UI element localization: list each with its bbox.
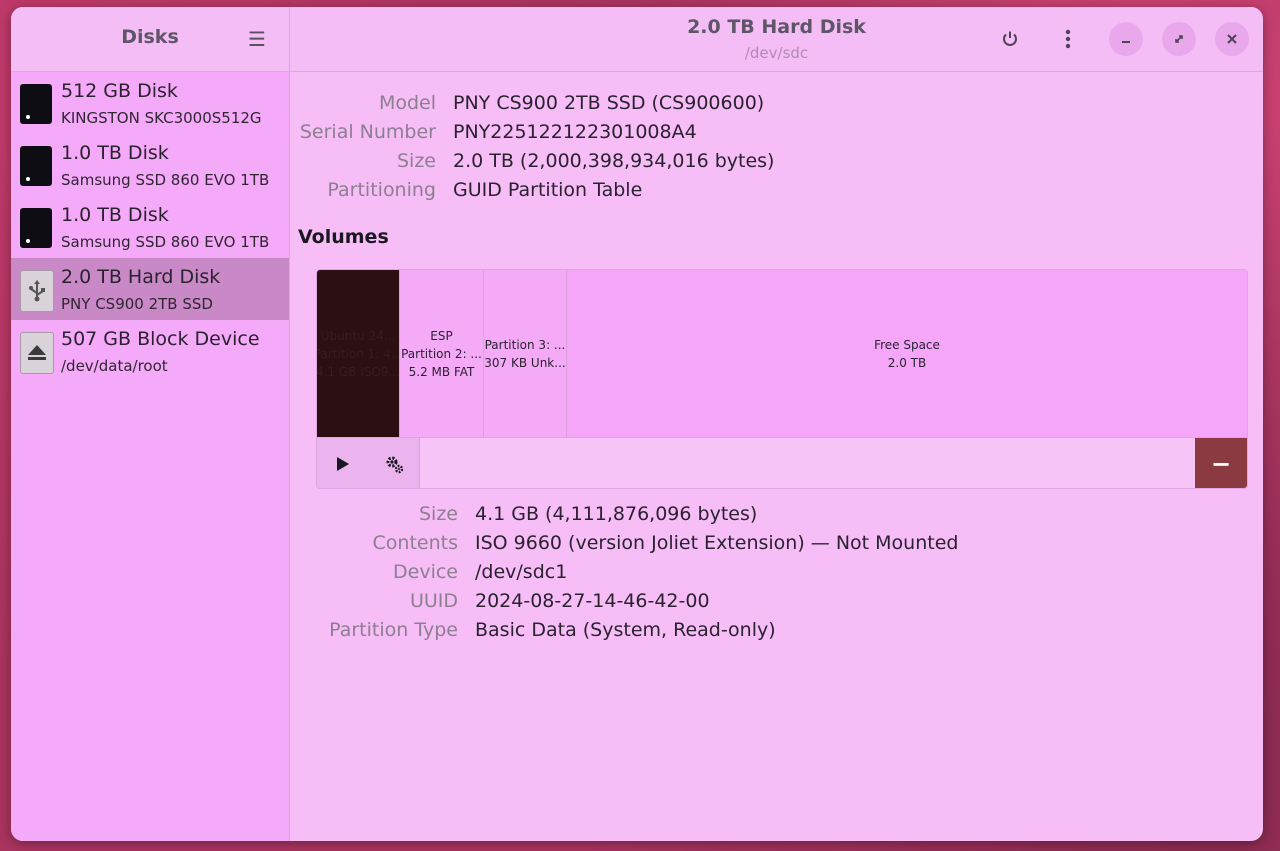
prop-value: 2024-08-27-14-46-42-00 [475, 590, 710, 612]
minus-icon: − [1210, 449, 1232, 478]
volume-toolbar: − [317, 437, 1247, 488]
disk-item-512gb[interactable]: 512 GB Disk KINGSTON SKC3000S512G [11, 72, 289, 134]
play-icon [336, 456, 349, 471]
disk-item-1tb-b[interactable]: 1.0 TB Disk Samsung SSD 860 EVO 1TB [11, 196, 289, 258]
prop-label: Partitioning [327, 179, 436, 201]
partition-number: Partition 3: ... [484, 337, 566, 352]
disk-list: 512 GB Disk KINGSTON SKC3000S512G 1.0 TB… [11, 72, 289, 382]
close-icon[interactable] [1215, 22, 1249, 56]
partition-map: Ubuntu 24... Partition 1: 4... 4.1 GB IS… [317, 270, 1247, 437]
prop-value: 2.0 TB (2,000,398,934,016 bytes) [453, 150, 775, 172]
partition-size: 4.1 GB ISO9... [317, 364, 400, 379]
prop-label: Serial Number [299, 121, 436, 143]
kebab-menu-icon[interactable] [1051, 22, 1085, 56]
disks-window: Disks ☰ 512 GB Disk KINGSTON SKC3000S512… [11, 7, 1263, 841]
prop-value: /dev/sdc1 [475, 561, 568, 583]
usb-icon [20, 270, 54, 312]
disk-item-1tb-a[interactable]: 1.0 TB Disk Samsung SSD 860 EVO 1TB [11, 134, 289, 196]
prop-value: Basic Data (System, Read-only) [475, 619, 776, 641]
disk-item-block-device[interactable]: 507 GB Block Device /dev/data/root [11, 320, 289, 382]
minimize-icon[interactable] [1109, 22, 1143, 56]
prop-value: PNY225122122301008A4 [453, 121, 697, 143]
prop-label: Size [396, 150, 436, 172]
prop-label: Device [393, 561, 458, 583]
partition-size: 307 KB Unk... [484, 355, 566, 370]
gears-icon [386, 456, 403, 473]
partition-2[interactable]: ESP Partition 2: ... 5.2 MB FAT [400, 270, 484, 437]
maximize-icon[interactable] [1162, 22, 1196, 56]
prop-label: UUID [409, 590, 458, 612]
disk-model: Samsung SSD 860 EVO 1TB [61, 233, 270, 251]
disk-model: Samsung SSD 860 EVO 1TB [61, 171, 270, 189]
prop-value: 4.1 GB (4,111,876,096 bytes) [475, 503, 758, 525]
partition-label: ESP [430, 328, 453, 343]
partition-number: Partition 1: 4... [317, 346, 400, 361]
free-space-size: 2.0 TB [887, 355, 927, 370]
eject-icon [20, 332, 54, 374]
drive-icon [20, 146, 52, 186]
prop-value: GUID Partition Table [453, 179, 643, 201]
drive-icon [20, 208, 52, 248]
disk-name: 512 GB Disk [61, 80, 178, 102]
disk-model: KINGSTON SKC3000S512G [61, 109, 262, 127]
disk-item-2tb[interactable]: 2.0 TB Hard Disk PNY CS900 2TB SSD [11, 258, 289, 320]
partition-label: Ubuntu 24... [320, 328, 396, 343]
hamburger-menu-icon[interactable]: ☰ [245, 27, 269, 51]
sidebar-header: Disks ☰ [11, 7, 289, 72]
header-bar: 2.0 TB Hard Disk /dev/sdc [290, 7, 1263, 72]
prop-value: PNY CS900 2TB SSD (CS900600) [453, 92, 765, 114]
prop-label: Model [378, 92, 436, 114]
delete-partition-button[interactable]: − [1195, 438, 1247, 488]
disk-name: 507 GB Block Device [61, 328, 260, 350]
disk-model: /dev/data/root [61, 357, 168, 375]
prop-value: ISO 9660 (version Joliet Extension) — No… [475, 532, 959, 554]
disk-name: 2.0 TB Hard Disk [61, 266, 221, 288]
partition-size: 5.2 MB FAT [408, 364, 475, 379]
disk-name: 1.0 TB Disk [61, 204, 169, 226]
free-space[interactable]: Free Space 2.0 TB [567, 270, 1247, 437]
volume-settings-button[interactable] [368, 438, 420, 488]
partition-3[interactable]: Partition 3: ... 307 KB Unk... [484, 270, 567, 437]
disk-details: Model PNY CS900 2TB SSD (CS900600) Seria… [290, 72, 1263, 841]
free-space-label: Free Space [874, 337, 940, 352]
volume-map-panel: Ubuntu 24... Partition 1: 4... 4.1 GB IS… [316, 269, 1248, 489]
power-icon[interactable] [993, 22, 1027, 56]
disk-model: PNY CS900 2TB SSD [61, 295, 213, 313]
partition-number: Partition 2: ... [401, 346, 482, 361]
prop-label: Partition Type [329, 619, 458, 641]
partition-1[interactable]: Ubuntu 24... Partition 1: 4... 4.1 GB IS… [317, 270, 400, 437]
volumes-heading: Volumes [298, 226, 389, 248]
sidebar: Disks ☰ 512 GB Disk KINGSTON SKC3000S512… [11, 7, 290, 841]
prop-label: Contents [372, 532, 458, 554]
drive-icon [20, 84, 52, 124]
prop-label: Size [418, 503, 458, 525]
mount-button[interactable] [317, 438, 369, 488]
disk-name: 1.0 TB Disk [61, 142, 169, 164]
